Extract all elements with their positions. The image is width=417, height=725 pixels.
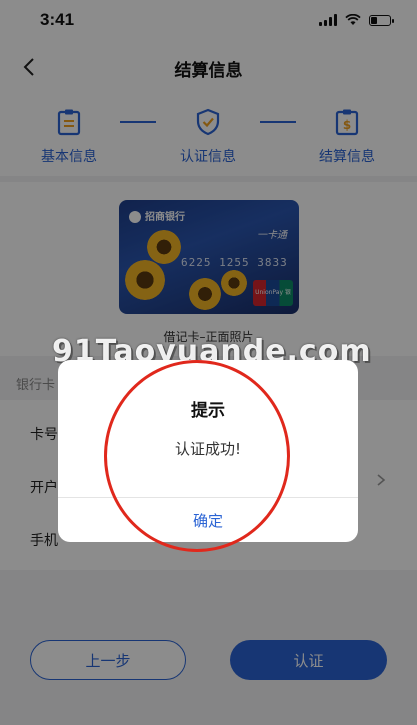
annotation-circle [104, 360, 290, 552]
